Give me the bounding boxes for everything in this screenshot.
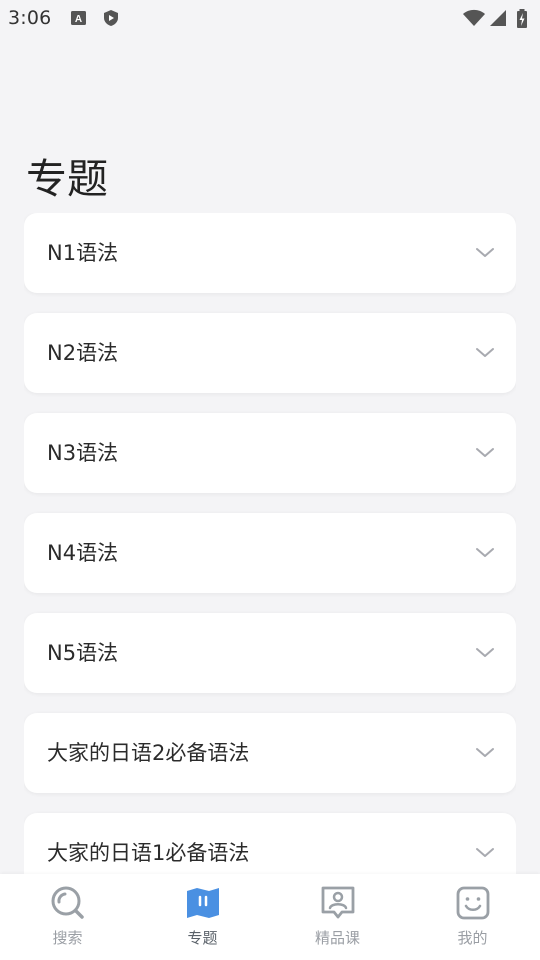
- topic-card-n5[interactable]: N5语法: [24, 613, 516, 693]
- topic-label: N4语法: [47, 541, 119, 565]
- nav-item-premium-courses[interactable]: 精品课: [270, 874, 405, 960]
- shield-play-icon: [102, 9, 120, 27]
- nav-item-search[interactable]: 搜索: [0, 874, 135, 960]
- chevron-down-icon[interactable]: [474, 744, 496, 760]
- chevron-down-icon[interactable]: [474, 444, 496, 460]
- nav-label: 搜索: [52, 929, 83, 947]
- topic-card-n1[interactable]: N1语法: [24, 213, 516, 293]
- battery-charging-icon: [516, 9, 528, 28]
- chevron-down-icon[interactable]: [474, 344, 496, 360]
- nav-label: 精品课: [314, 929, 360, 947]
- teacher-board-icon: [321, 886, 354, 919]
- topic-card-minna-1[interactable]: 大家的日语1必备语法: [24, 813, 516, 874]
- smiley-face-icon: [456, 886, 489, 920]
- topic-label: N3语法: [47, 441, 119, 465]
- topic-card-n3[interactable]: N3语法: [24, 413, 516, 493]
- topic-list[interactable]: N1语法 N2语法 N3语法 N4语法 N5语法 大家的日语2必备语法 大家的日…: [24, 213, 516, 874]
- cellular-signal-icon: [488, 9, 508, 27]
- status-bar: 3:06 A: [0, 0, 540, 36]
- nav-label: 我的: [457, 929, 488, 947]
- bottom-nav: 搜索 专题 精品课 我的: [0, 874, 540, 960]
- nav-item-topics[interactable]: 专题: [135, 874, 270, 960]
- topic-card-n4[interactable]: N4语法: [24, 513, 516, 593]
- topic-label: N1语法: [47, 241, 119, 265]
- topic-card-minna-2[interactable]: 大家的日语2必备语法: [24, 713, 516, 793]
- chevron-down-icon[interactable]: [474, 544, 496, 560]
- chevron-down-icon[interactable]: [474, 644, 496, 660]
- topic-label: N2语法: [47, 341, 119, 365]
- topic-label: 大家的日语1必备语法: [47, 841, 250, 865]
- nav-item-me[interactable]: 我的: [405, 874, 540, 960]
- wifi-icon: [462, 9, 486, 27]
- search-icon: [51, 886, 84, 919]
- keyboard-a-icon: A: [70, 9, 88, 27]
- topic-label: 大家的日语2必备语法: [47, 741, 250, 765]
- book-map-icon: [186, 888, 219, 918]
- topic-card-n2[interactable]: N2语法: [24, 313, 516, 393]
- page-title: 专题: [26, 155, 108, 204]
- chevron-down-icon[interactable]: [474, 844, 496, 860]
- topic-label: N5语法: [47, 641, 119, 665]
- chevron-down-icon[interactable]: [474, 244, 496, 260]
- svg-text:A: A: [75, 14, 82, 25]
- nav-label: 专题: [187, 929, 218, 947]
- status-time: 3:06: [8, 7, 52, 29]
